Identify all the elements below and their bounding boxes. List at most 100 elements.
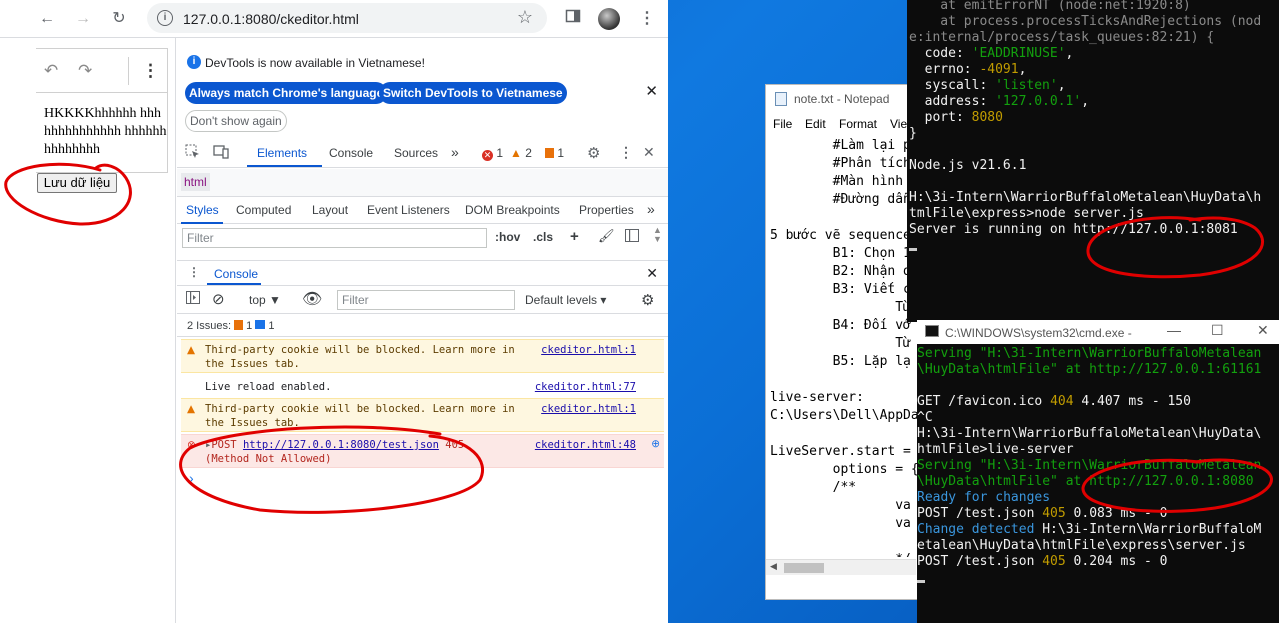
notepad-line: /**: [770, 480, 857, 495]
device-toolbar-icon[interactable]: [213, 144, 229, 162]
menu-format[interactable]: Format: [839, 117, 877, 131]
scroll-left-icon[interactable]: ◀: [770, 561, 777, 572]
drawer-menu-icon[interactable]: ⋮: [188, 265, 200, 279]
tab-event-listeners[interactable]: Event Listeners: [367, 203, 450, 217]
editor-content[interactable]: HKKKKhhhhhh hhhhhhhhhhhhhh hhhhhhhhhhhhh…: [44, 105, 168, 159]
warning-count[interactable]: ▲ 2: [510, 146, 532, 160]
cmd-title: C:\WINDOWS\system32\cmd.exe -: [945, 326, 1132, 340]
toolbar-separator: [128, 57, 129, 85]
scroll-arrows-icon[interactable]: ▲ ▼: [653, 226, 662, 244]
menu-kebab-icon[interactable]: ⋮: [636, 8, 658, 30]
terminal-line: GET /favicon.ico 404 4.407 ms - 150: [917, 394, 1191, 409]
log-source-link[interactable]: ckeditor.html:1: [541, 343, 636, 357]
terminal-cursor: [917, 580, 925, 583]
switch-to-vietnamese-button[interactable]: Switch DevTools to Vietnamese: [379, 82, 567, 104]
clear-console-icon[interactable]: ⊘: [212, 290, 225, 308]
log-source-link[interactable]: ckeditor.html:77: [535, 380, 636, 394]
log-text: Third-party cookie will be blocked. Lear…: [205, 403, 515, 429]
devtools-panel: i DevTools is now available in Vietnames…: [177, 38, 668, 623]
styles-filter-input[interactable]: Filter: [182, 228, 487, 248]
more-tabs-icon[interactable]: »: [451, 144, 459, 160]
notepad-text-area[interactable]: #Làm lại p #Phân tích #Màn hình #Đường d…: [770, 137, 920, 557]
more-style-tabs-icon[interactable]: »: [647, 201, 655, 217]
tab-properties[interactable]: Properties: [579, 203, 634, 217]
horizontal-scrollbar[interactable]: ◀: [766, 559, 916, 575]
toggle-sidebar-icon[interactable]: [625, 229, 639, 245]
error-body: ▸POST http://127.0.0.1:8080/test.json 40…: [205, 438, 525, 466]
console-settings-icon[interactable]: ⚙: [641, 291, 654, 309]
node-terminal-output[interactable]: at emitErrorNT (node:net:1920:8) at proc…: [909, 0, 1261, 254]
cmd-titlebar: C:\WINDOWS\system32\cmd.exe - — ☐ ✕: [917, 320, 1279, 344]
log-source-link[interactable]: ckeditor.html:1: [541, 402, 636, 416]
redo-icon[interactable]: ↷: [78, 61, 92, 81]
dont-show-again-button[interactable]: Don't show again: [185, 110, 287, 132]
tab-styles[interactable]: Styles: [186, 203, 219, 217]
console-warning-message: ▲ Third-party cookie will be blocked. Le…: [181, 339, 664, 373]
network-panel-icon[interactable]: ⊕: [651, 437, 660, 451]
forward-icon[interactable]: →: [72, 8, 94, 30]
site-info-icon[interactable]: i: [157, 10, 173, 26]
terminal-line: htmlFile>live-server: [917, 442, 1074, 457]
settings-gear-icon[interactable]: ⚙: [587, 144, 600, 162]
close-devtools-icon[interactable]: ✕: [643, 144, 655, 161]
class-toggle[interactable]: .cls: [533, 230, 553, 244]
live-expression-eye-icon[interactable]: 👁: [302, 289, 322, 309]
save-data-button[interactable]: Lưu dữ liệu: [37, 173, 117, 193]
warning-icon: ▲: [187, 344, 196, 356]
console-prompt[interactable]: ›: [189, 470, 194, 486]
url-text[interactable]: 127.0.0.1:8080/ckeditor.html: [183, 11, 359, 27]
issues-summary[interactable]: 2 Issues: 1 1: [177, 315, 668, 337]
tab-layout[interactable]: Layout: [312, 203, 348, 217]
tab-dom-breakpoints[interactable]: DOM Breakpoints: [465, 203, 560, 217]
menu-edit[interactable]: Edit: [805, 117, 826, 131]
tab-console[interactable]: Console: [329, 146, 373, 160]
log-source-link[interactable]: ckeditor.html:48: [535, 438, 636, 452]
close-window-icon[interactable]: ✕: [1257, 322, 1269, 338]
menu-file[interactable]: File: [773, 117, 792, 131]
context-selector[interactable]: top ▼: [249, 293, 281, 307]
maximize-icon[interactable]: ☐: [1211, 322, 1224, 338]
notepad-line: B5: Lặp lạ: [770, 354, 911, 369]
minimize-icon[interactable]: —: [1167, 322, 1181, 338]
side-panel-icon[interactable]: [562, 8, 584, 30]
undo-icon[interactable]: ↶: [44, 61, 58, 81]
notepad-icon: [775, 92, 787, 106]
bookmark-star-icon[interactable]: ☆: [517, 7, 533, 28]
new-style-rule-icon[interactable]: +: [570, 228, 579, 245]
tab-computed[interactable]: Computed: [236, 203, 291, 217]
address-bar[interactable]: i 127.0.0.1:8080/ckeditor.html ☆: [147, 3, 547, 33]
issue-warning-flag-icon: [234, 320, 244, 330]
notepad-line: live-server:: [770, 390, 864, 405]
reload-icon[interactable]: ↻: [108, 8, 130, 30]
notepad-line: 5 bước vẽ sequence: [770, 228, 911, 243]
devtools-menu-icon[interactable]: ⋮: [619, 144, 633, 161]
scrollbar-thumb[interactable]: [784, 563, 824, 573]
breadcrumb: html: [177, 169, 668, 197]
tab-sources[interactable]: Sources: [394, 146, 438, 160]
context-value: top: [249, 293, 266, 307]
hover-state-toggle[interactable]: :hov: [495, 230, 520, 244]
back-icon[interactable]: ←: [36, 8, 58, 30]
console-error-message: ⊗ ▸POST http://127.0.0.1:8080/test.json …: [181, 434, 664, 468]
color-format-icon[interactable]: 🖌: [598, 228, 615, 244]
console-filter-input[interactable]: Filter: [337, 290, 515, 310]
close-drawer-icon[interactable]: ✕: [646, 265, 658, 282]
log-levels-dropdown[interactable]: Default levels ▾: [525, 293, 606, 307]
inspect-element-icon[interactable]: [185, 144, 200, 162]
error-count[interactable]: ✕ 1: [482, 146, 503, 161]
drawer-tab-console[interactable]: Console: [214, 267, 258, 281]
sidebar-toggle-icon[interactable]: [186, 291, 200, 307]
breadcrumb-html[interactable]: html: [181, 173, 210, 191]
chrome-window: ← → ↻ i 127.0.0.1:8080/ckeditor.html ☆ ⋮…: [0, 0, 668, 623]
profile-avatar[interactable]: [598, 8, 620, 30]
always-match-language-button[interactable]: Always match Chrome's language: [185, 82, 388, 104]
ckeditor: ↶ ↷ ⋮ HKKKKhhhhhh hhhhhhhhhhhhhh hhhhhhh…: [36, 48, 168, 173]
more-options-icon[interactable]: ⋮: [142, 61, 159, 81]
tab-elements[interactable]: Elements: [257, 146, 307, 160]
request-url-link[interactable]: http://127.0.0.1:8080/test.json: [243, 439, 439, 451]
issues-count[interactable]: 1: [545, 146, 564, 160]
close-icon[interactable]: ✕: [645, 82, 658, 100]
terminal-line: POST /test.json 405 0.083 ms - 0: [917, 506, 1168, 521]
cmd-terminal-output[interactable]: Serving "H:\3i-Intern\WarriorBuffaloMeta…: [917, 346, 1261, 586]
